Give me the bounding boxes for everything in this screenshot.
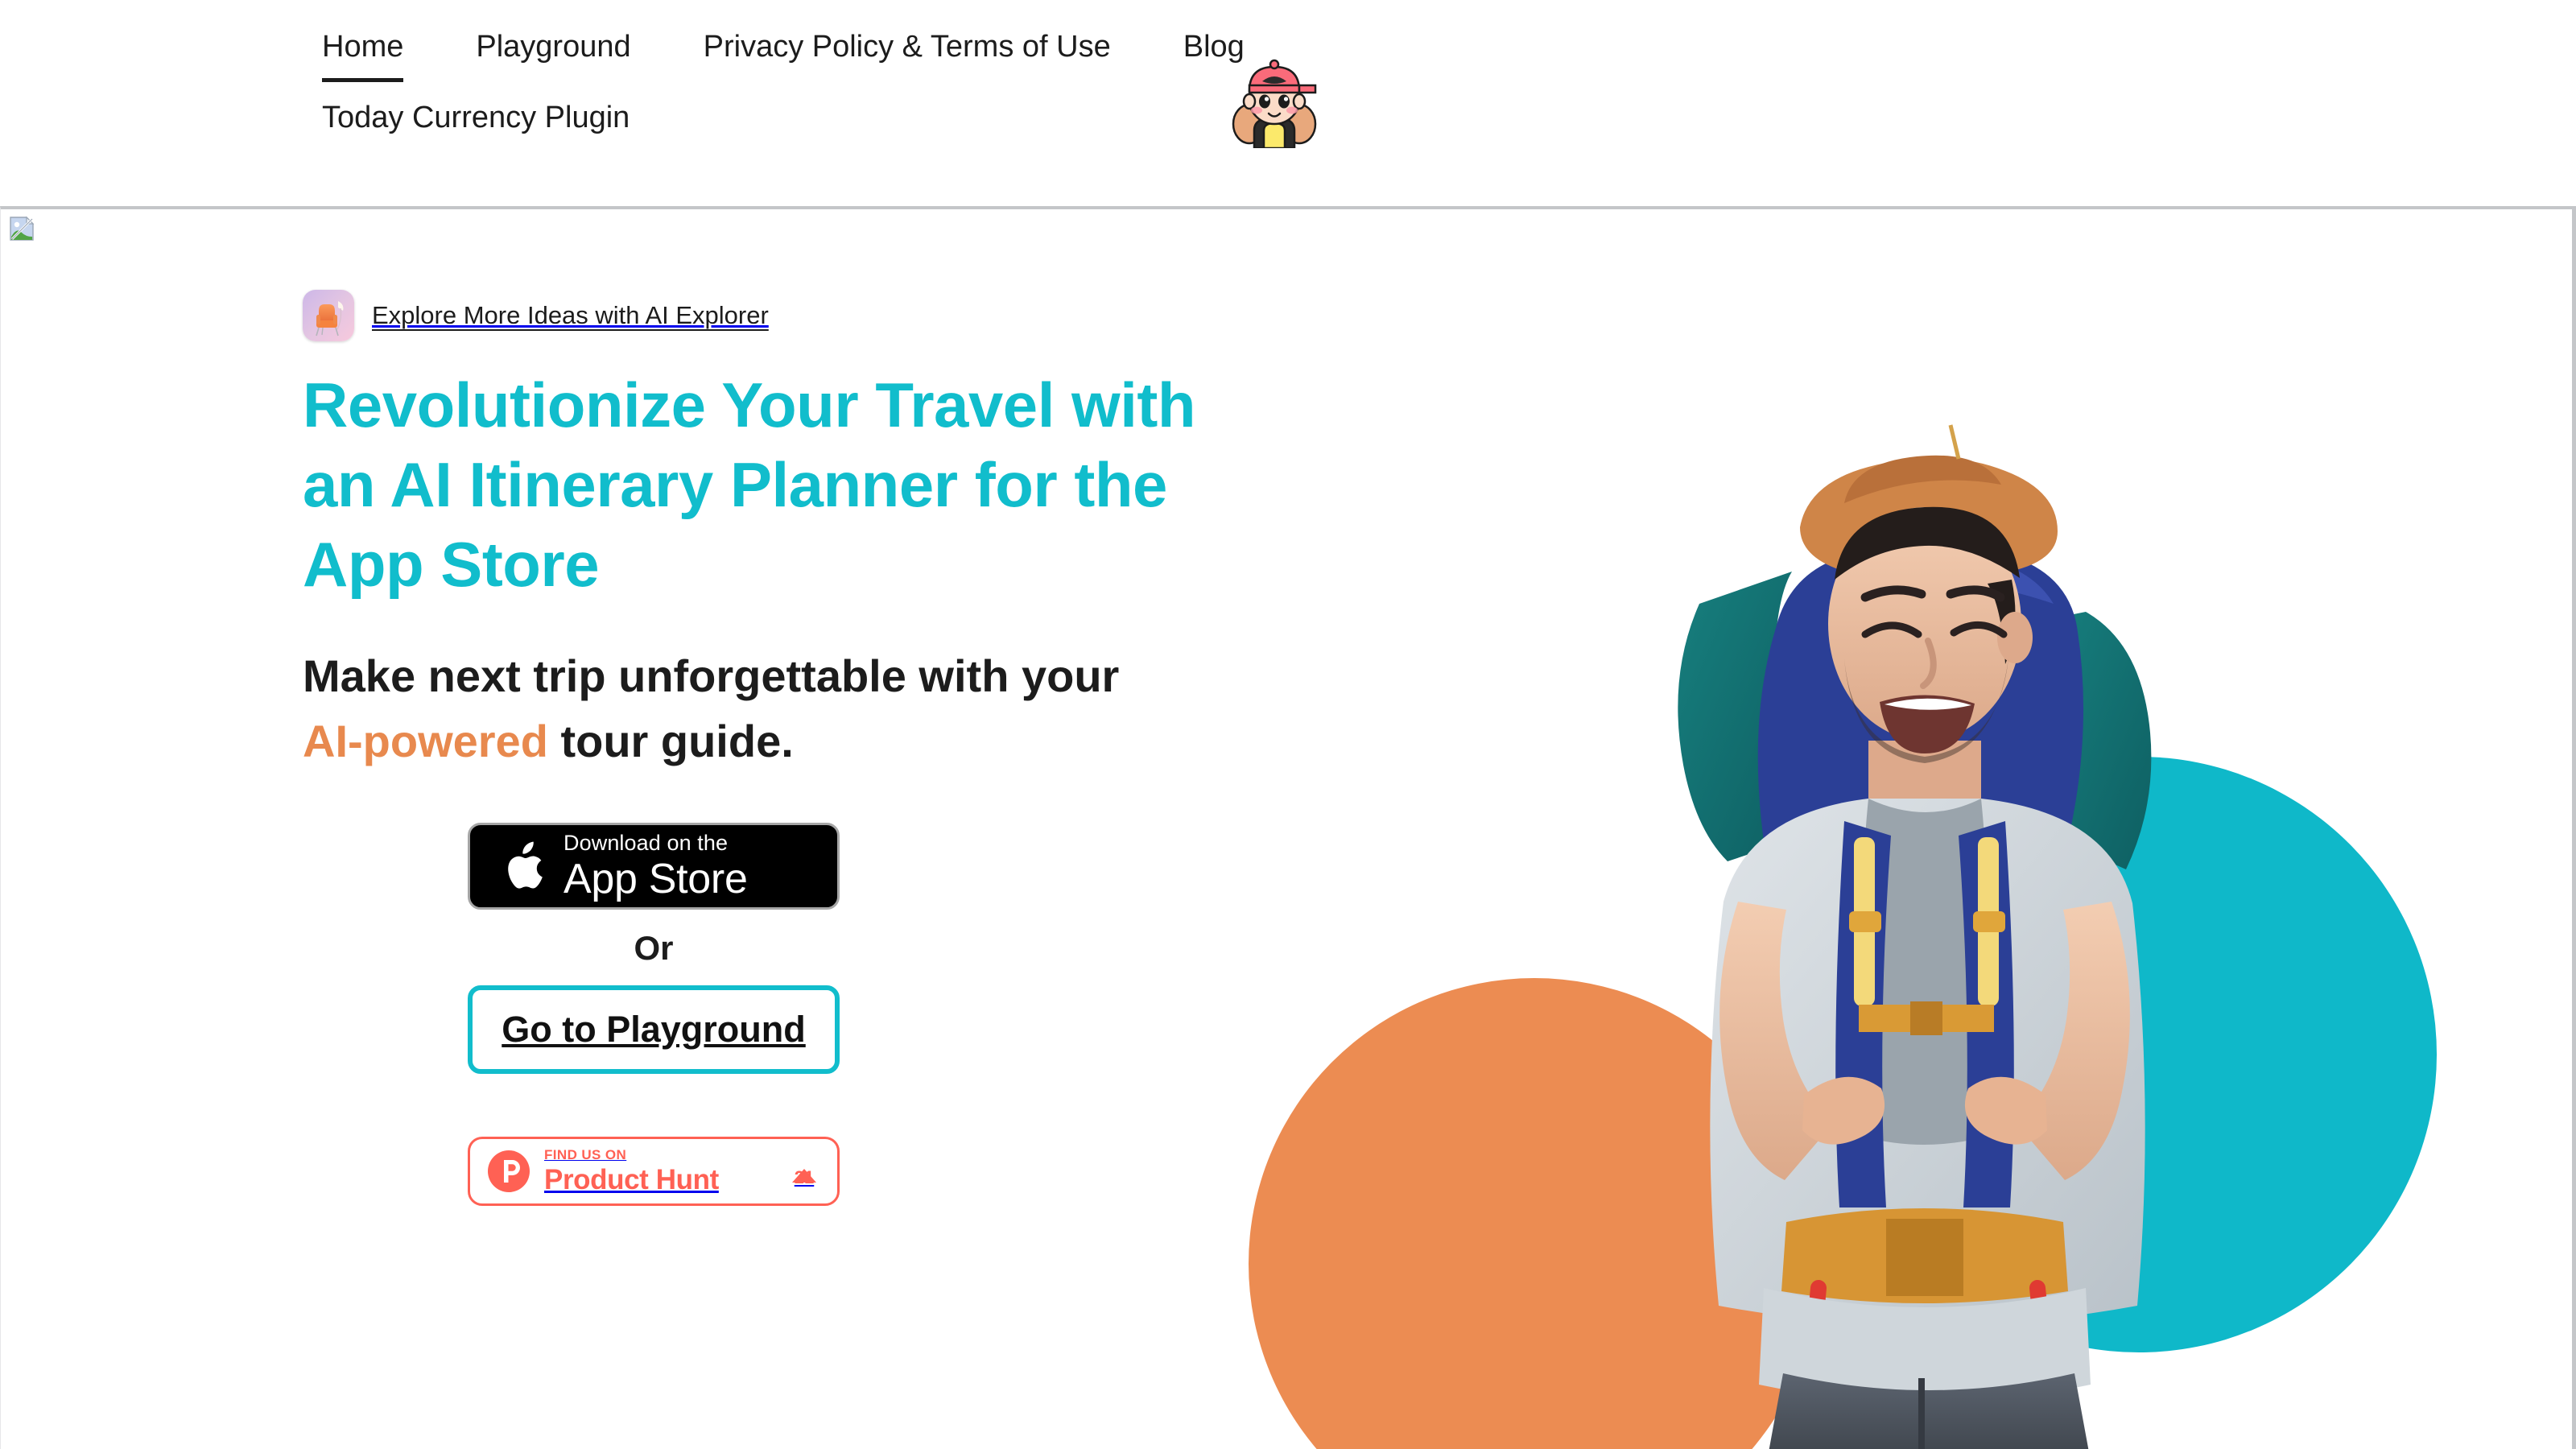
hero-cta-stack: Download on the App Store Or Go to Playg…: [468, 822, 840, 1206]
broken-image-placeholder-icon: [9, 216, 35, 242]
hero-subtitle: Make next trip unforgettable with your A…: [303, 643, 1148, 774]
product-hunt-big-label: Product Hunt: [544, 1164, 719, 1196]
explore-more-ideas-label: Explore More Ideas with AI Explorer: [372, 301, 769, 329]
go-to-playground-button[interactable]: Go to Playground: [468, 985, 840, 1074]
nav-links-row: Home Playground Privacy Policy & Terms o…: [322, 30, 1336, 172]
hero-visual-column: [1224, 209, 2572, 1449]
hero-subtitle-accent: AI-powered: [303, 716, 548, 767]
hero-content-column: Explore More Ideas with AI Explorer Revo…: [303, 290, 1212, 1206]
product-hunt-small-label: FIND US ON: [544, 1147, 627, 1163]
hero-subtitle-part-1: Make next trip unforgettable with your: [303, 650, 1120, 702]
primary-navigation: Home Playground Privacy Policy & Terms o…: [322, 30, 1336, 172]
product-hunt-p-icon: [488, 1150, 530, 1192]
mascot-backpacker-avatar-icon[interactable]: [1232, 47, 1317, 148]
hero-section: Explore More Ideas with AI Explorer Revo…: [0, 206, 2576, 1449]
apple-logo-icon: [497, 837, 546, 895]
site-navbar: Home Playground Privacy Policy & Terms o…: [0, 0, 2576, 206]
product-hunt-upvote-count: 21: [794, 1166, 815, 1187]
or-divider-label: Or: [634, 928, 674, 967]
explore-more-ideas-link[interactable]: Explore More Ideas with AI Explorer: [303, 290, 769, 341]
smiling-backpacker-photo: [1603, 338, 2247, 1449]
armchair-lamp-app-icon: [303, 290, 354, 341]
hero-title: Revolutionize Your Travel with an AI Iti…: [303, 369, 1196, 601]
nav-item-today-currency-plugin[interactable]: Today Currency Plugin: [322, 101, 630, 135]
download-on-app-store-button[interactable]: Download on the App Store: [468, 822, 840, 910]
product-hunt-badge[interactable]: FIND US ON Product Hunt 21: [468, 1136, 840, 1206]
app-store-small-label: Download on the: [564, 830, 729, 855]
nav-item-privacy-policy-terms[interactable]: Privacy Policy & Terms of Use: [704, 30, 1111, 64]
hero-subtitle-part-2: tour guide.: [547, 716, 794, 767]
nav-item-home[interactable]: Home: [322, 30, 404, 82]
nav-item-playground[interactable]: Playground: [476, 30, 630, 64]
product-hunt-upvote[interactable]: 21: [792, 1154, 816, 1187]
app-store-big-label: App Store: [564, 855, 748, 902]
